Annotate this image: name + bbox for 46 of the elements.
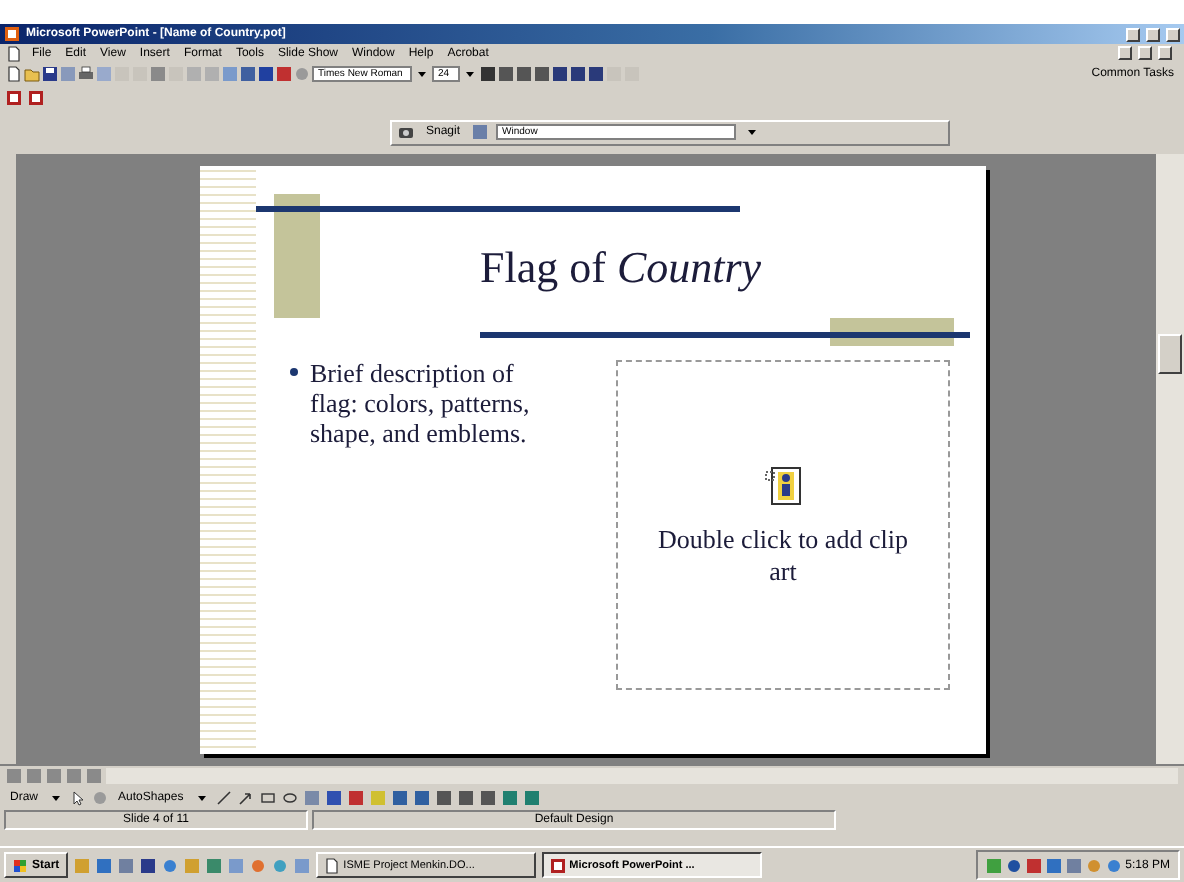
arrow-icon[interactable]: [237, 790, 254, 806]
document-icon: [323, 857, 340, 873]
caret-icon[interactable]: [744, 124, 761, 140]
square-icon[interactable]: [534, 65, 550, 81]
rectangle-icon[interactable]: [259, 790, 276, 806]
app-icon: [4, 26, 20, 42]
square-icon[interactable]: [457, 790, 474, 806]
circle-icon[interactable]: [1005, 857, 1022, 873]
clip-art-icon: [763, 463, 803, 507]
slide-title: Flag of Country: [480, 242, 762, 294]
square-icon[interactable]: [588, 65, 604, 81]
square-icon[interactable]: [498, 65, 514, 81]
square-icon[interactable]: [1025, 857, 1042, 873]
bullet-text: Brief description of flag: colors, patterns, shape, and emblems.: [310, 358, 532, 448]
save-icon[interactable]: [42, 65, 58, 81]
square-icon[interactable]: [435, 790, 452, 806]
printer-icon[interactable]: [78, 65, 94, 81]
square-icon[interactable]: [391, 790, 408, 806]
square-icon[interactable]: [552, 65, 568, 81]
circle-icon[interactable]: [1105, 857, 1122, 873]
horizontal-scrollbar[interactable]: [106, 768, 1178, 784]
caret-icon[interactable]: [48, 790, 65, 806]
square-icon[interactable]: [413, 790, 430, 806]
square-icon[interactable]: [347, 790, 364, 806]
bullet-icon: [290, 368, 298, 376]
square-icon[interactable]: [258, 65, 274, 81]
square-icon[interactable]: [479, 790, 496, 806]
square-icon[interactable]: [480, 65, 496, 81]
windows-logo-icon: [12, 857, 28, 873]
olive-rectangle: [274, 194, 320, 318]
oval-icon[interactable]: [281, 790, 298, 806]
cursor-icon[interactable]: [70, 790, 87, 806]
line-icon[interactable]: [215, 790, 232, 806]
caret-icon[interactable]: [193, 790, 210, 806]
placeholder-text: Double click to add clip art: [658, 523, 908, 587]
square-icon[interactable]: [570, 65, 586, 81]
square-icon[interactable]: [240, 65, 256, 81]
square-icon[interactable]: [516, 65, 532, 81]
camera-icon[interactable]: [398, 124, 414, 140]
square-icon[interactable]: [325, 790, 342, 806]
clip-art-placeholder[interactable]: Double click to add clip art: [616, 360, 950, 690]
square-icon[interactable]: [139, 857, 156, 873]
circle-icon[interactable]: [249, 857, 266, 873]
pdf-icon: [549, 857, 566, 873]
vertical-scrollbar[interactable]: [1156, 154, 1184, 764]
square-icon[interactable]: [276, 65, 292, 81]
